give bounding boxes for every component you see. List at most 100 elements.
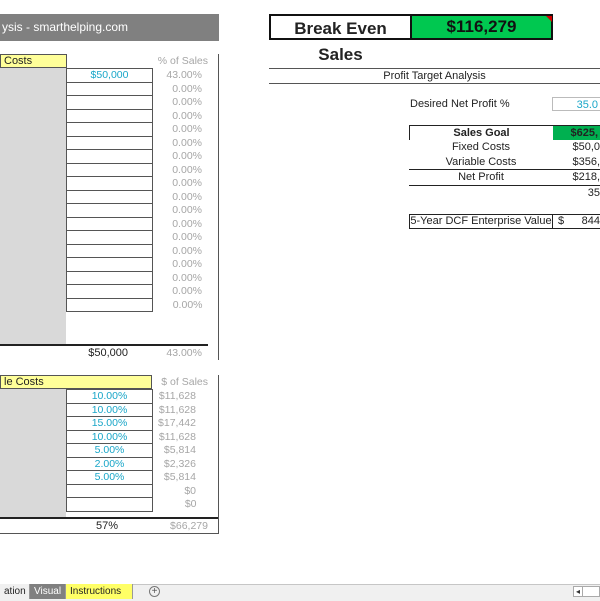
fixed-costs-label: Fixed Costs <box>451 141 511 153</box>
table-row: 5.00% $5,814 <box>66 470 209 485</box>
variable-costs-total-amt: $66,279 <box>170 520 208 532</box>
table-row: 0.00% <box>66 270 209 285</box>
variable-cost-pct-cell[interactable]: 5.00% <box>66 443 153 458</box>
fixed-cost-amount-cell[interactable] <box>66 95 153 110</box>
table-row: 0.00% <box>66 149 209 164</box>
fixed-cost-amount-cell[interactable] <box>66 81 153 96</box>
fixed-cost-pct-cell: 0.00% <box>172 163 202 176</box>
fixed-cost-amount-cell[interactable] <box>66 176 153 191</box>
fixed-cost-amount-cell[interactable]: $50,000 <box>66 68 153 83</box>
fixed-costs-value: $50,0 <box>572 141 600 153</box>
variable-cost-pct-cell[interactable]: 10.00% <box>66 389 153 404</box>
fixed-cost-amount-cell[interactable] <box>66 162 153 177</box>
pct-of-sales-header: % of Sales <box>157 55 208 67</box>
table-row: 0.00% <box>66 108 209 123</box>
fixed-cost-pct-cell: 0.00% <box>172 204 202 217</box>
fixed-cost-pct-cell: 43.00% <box>166 69 202 82</box>
fixed-costs-label-column <box>0 68 66 344</box>
fixed-cost-pct-cell: 0.00% <box>172 298 203 311</box>
dcf-value: 844 <box>581 215 600 227</box>
variable-costs-right-border <box>218 375 219 533</box>
desired-net-profit-input[interactable]: 35.0 <box>552 97 600 111</box>
fixed-cost-amount-cell[interactable] <box>66 257 153 272</box>
variable-cost-amount-cell: $2,326 <box>163 457 196 470</box>
fixed-cost-amount-cell[interactable] <box>66 189 153 204</box>
variable-costs-header: le Costs <box>0 375 152 389</box>
fixed-cost-pct-cell: 0.00% <box>172 258 202 271</box>
table-row: 0.00% <box>66 297 209 312</box>
dollar-of-sales-header: $ of Sales <box>161 376 208 388</box>
profit-target-title: Profit Target Analysis <box>269 68 600 84</box>
net-profit-pct: 35 <box>587 187 600 199</box>
table-row: 0.00% <box>66 176 209 191</box>
fixed-cost-amount-cell[interactable] <box>66 122 153 137</box>
fixed-cost-amount-cell[interactable] <box>66 230 153 245</box>
fixed-cost-amount-cell[interactable] <box>66 203 153 218</box>
table-row: 0.00% <box>66 81 209 96</box>
dcf-currency: $ <box>558 215 565 227</box>
fixed-costs-right-border <box>218 54 219 360</box>
variable-cost-amount-cell: $5,814 <box>163 471 196 484</box>
fixed-cost-pct-cell: 0.00% <box>172 271 202 284</box>
variable-costs-label-column <box>0 389 66 517</box>
break-even-value[interactable]: $116,279 <box>410 14 553 40</box>
table-row: 0.00% <box>66 122 209 137</box>
table-row: 0.00% <box>66 162 209 177</box>
fixed-cost-amount-cell[interactable] <box>66 270 153 285</box>
variable-cost-pct-cell[interactable] <box>66 483 153 498</box>
fixed-cost-amount-cell[interactable] <box>66 243 153 258</box>
variable-cost-amount-cell: $11,628 <box>158 430 196 443</box>
fixed-cost-pct-cell: 0.00% <box>172 177 202 190</box>
variable-cost-pct-cell[interactable]: 10.00% <box>66 402 153 417</box>
table-row: 0.00% <box>66 135 209 150</box>
table-row: 2.00% $2,326 <box>66 456 209 471</box>
fixed-costs-header: Costs <box>0 54 67 68</box>
tab-ation[interactable]: ation <box>0 584 30 599</box>
table-row: 0.00% <box>66 95 209 110</box>
table-row: 10.00% $11,628 <box>66 429 209 444</box>
fixed-cost-pct-cell: 0.00% <box>172 285 202 298</box>
table-row: 0.00% <box>66 284 209 299</box>
variable-cost-amount-cell: $0 <box>184 498 197 511</box>
fixed-costs-total-line <box>0 344 66 362</box>
fixed-cost-amount-cell[interactable] <box>66 284 153 299</box>
fixed-cost-amount-cell[interactable] <box>66 216 153 231</box>
table-row: 0.00% <box>66 203 209 218</box>
variable-costs-bottom-border <box>0 533 219 534</box>
variable-cost-pct-cell[interactable] <box>66 497 153 512</box>
tab-instructions[interactable]: Instructions <box>66 584 133 599</box>
fixed-costs-table: $50,000 43.00% 0.00% 0.00% 0.00% 0.00% 0.00% 0.… <box>66 68 209 312</box>
variable-costs-value: $356, <box>572 156 600 168</box>
arrow-left-icon[interactable]: ◂ <box>573 586 583 597</box>
tab-visual[interactable]: Visual <box>30 584 66 599</box>
fixed-cost-pct-cell: 0.00% <box>172 96 202 109</box>
comment-indicator-icon <box>546 16 552 22</box>
plus-circle-icon[interactable]: + <box>149 586 160 597</box>
table-row: 0.00% <box>66 243 209 258</box>
horizontal-scrollbar[interactable] <box>583 586 600 597</box>
fixed-cost-pct-cell: 0.00% <box>172 231 202 244</box>
fixed-cost-amount-cell[interactable] <box>66 149 153 164</box>
fixed-costs-total-pct: 43.00% <box>152 344 208 360</box>
fixed-cost-amount-cell[interactable] <box>66 135 153 150</box>
fixed-cost-pct-cell: 0.00% <box>172 123 202 136</box>
table-row: 15.00% $17,442 <box>66 416 209 431</box>
desired-net-profit-label: Desired Net Profit % <box>410 98 510 110</box>
variable-cost-pct-cell[interactable]: 5.00% <box>66 470 153 485</box>
fixed-cost-amount-cell[interactable] <box>66 108 153 123</box>
table-row: $50,000 43.00% <box>66 68 209 83</box>
sheet-title-bar: ysis - smarthelping.com <box>0 14 219 41</box>
variable-cost-pct-cell[interactable]: 2.00% <box>66 456 153 471</box>
table-row: $0 <box>66 497 209 512</box>
fixed-cost-amount-cell[interactable] <box>66 297 153 312</box>
fixed-cost-pct-cell: 0.00% <box>172 244 202 257</box>
table-row: $0 <box>66 483 209 498</box>
sales-goal-label: Sales Goal <box>409 126 553 140</box>
variable-cost-amount-cell: $11,628 <box>158 390 196 403</box>
variable-cost-pct-cell[interactable]: 10.00% <box>66 429 153 444</box>
fixed-cost-pct-cell: 0.00% <box>172 217 202 230</box>
fixed-costs-total: $50,000 <box>66 344 152 360</box>
variable-cost-pct-cell[interactable]: 15.00% <box>66 416 153 431</box>
variable-cost-amount-cell: $11,628 <box>158 403 196 416</box>
table-row: 0.00% <box>66 257 209 272</box>
